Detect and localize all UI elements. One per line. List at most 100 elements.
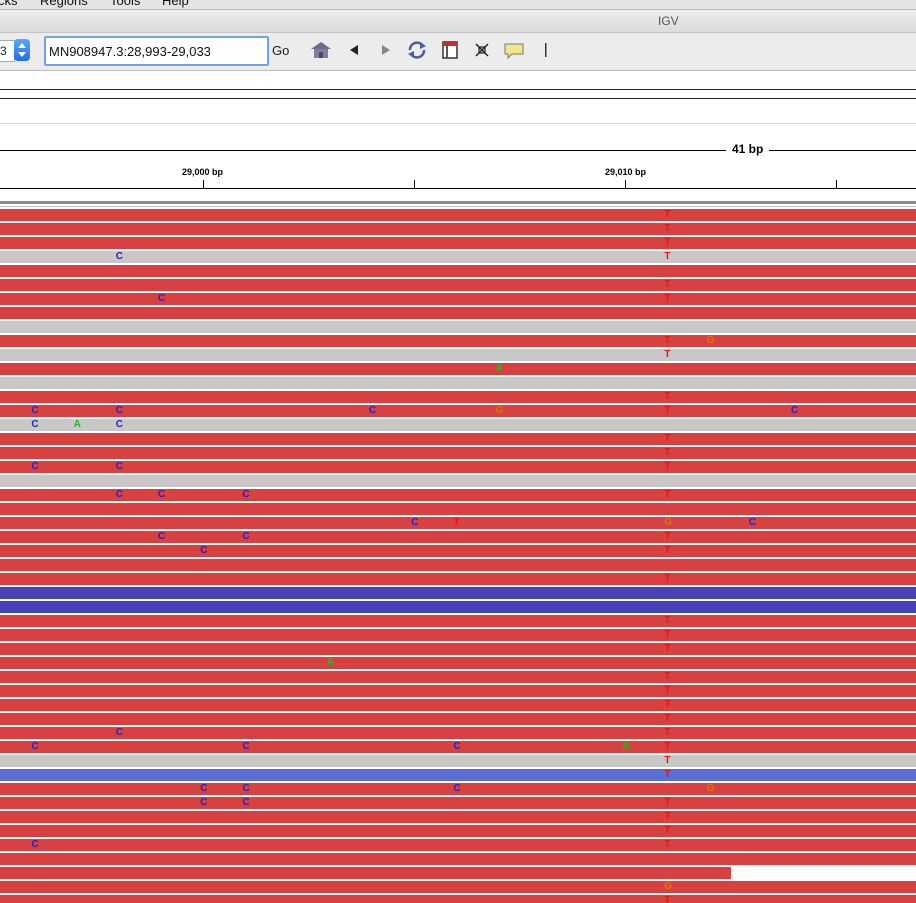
home-icon[interactable] [310, 39, 332, 61]
mismatch-base: C [31, 405, 39, 416]
feature-track-area [0, 71, 916, 125]
read-row[interactable]: T [0, 643, 916, 655]
mismatch-base: T [664, 839, 671, 850]
mismatch-base: C [115, 405, 124, 416]
refresh-icon[interactable] [406, 39, 428, 61]
read-row[interactable]: T [0, 825, 916, 837]
read-row[interactable]: CCT [0, 461, 916, 473]
resize-icon[interactable] [471, 39, 493, 61]
read-row[interactable]: T [0, 349, 916, 361]
popup-text-icon[interactable] [503, 39, 525, 61]
read-row[interactable] [0, 853, 916, 865]
read-row[interactable]: T [0, 237, 916, 249]
read-row[interactable]: T [0, 447, 916, 459]
read-row[interactable]: T [0, 391, 916, 403]
read-row[interactable]: CCT [0, 531, 916, 543]
menu-regions[interactable]: Regions [40, 0, 88, 8]
read-row[interactable]: T [0, 713, 916, 725]
mismatch-base: C [31, 839, 39, 850]
read-row[interactable]: A [0, 363, 916, 375]
read-row[interactable]: T [0, 685, 916, 697]
read-row[interactable] [0, 475, 916, 487]
read-row[interactable]: T [0, 755, 916, 767]
menu-tracks[interactable]: cks [0, 0, 18, 8]
read-row[interactable]: CT [0, 293, 916, 305]
ruler-tick-label: 29,010 bp [605, 167, 647, 177]
read-row[interactable]: CCT [0, 797, 916, 809]
read-row[interactable]: T [0, 223, 916, 235]
read-row[interactable]: T [0, 769, 916, 781]
read-row[interactable]: CCCGTC [0, 405, 916, 417]
read-row[interactable] [0, 587, 916, 599]
genome-dropdown[interactable]: 3 [0, 40, 15, 62]
read-row[interactable] [0, 867, 731, 879]
mismatch-base: C [115, 419, 124, 430]
mismatch-base: C [453, 741, 461, 752]
read-row[interactable] [0, 601, 916, 613]
mismatch-base: C [31, 741, 39, 752]
alignment-track[interactable]: TTTCTTCTTGTATCCCGTCCACTTCCTCCCTCTGCCCTCT… [0, 209, 916, 903]
go-button[interactable]: Go [272, 43, 289, 58]
read-row[interactable]: T [0, 433, 916, 445]
panel-separator[interactable] [0, 201, 916, 204]
menu-tools[interactable]: Tools [110, 0, 140, 8]
roi-icon[interactable] [439, 39, 461, 61]
mismatch-base: G [664, 517, 673, 528]
genome-stepper[interactable] [14, 39, 30, 61]
read-row[interactable]: CCCG [0, 783, 916, 795]
read-row[interactable]: CT [0, 251, 916, 263]
read-row[interactable] [0, 321, 916, 333]
read-row[interactable] [0, 265, 916, 277]
read-row[interactable]: T [0, 209, 916, 221]
read-row[interactable]: T [0, 629, 916, 641]
read-row[interactable]: T [0, 279, 916, 291]
read-row[interactable]: CT [0, 727, 916, 739]
read-row[interactable]: T [0, 615, 916, 627]
read-row[interactable]: TG [0, 335, 916, 347]
back-arrow-icon[interactable] [343, 39, 365, 61]
mismatch-base: T [664, 727, 671, 738]
mismatch-base: T [664, 209, 671, 220]
mismatch-base: T [664, 741, 671, 752]
read-row[interactable]: T [0, 699, 916, 711]
read-row[interactable]: CCCT [0, 489, 916, 501]
mismatch-base: T [664, 335, 671, 346]
mismatch-base: A [73, 419, 81, 430]
read-row[interactable] [0, 503, 916, 515]
ruler-span-line [0, 150, 916, 151]
read-row[interactable]: T [0, 895, 916, 903]
read-row[interactable]: CTGC [0, 517, 916, 529]
read-row[interactable]: T [0, 671, 916, 683]
read-row[interactable]: T [0, 573, 916, 585]
mismatch-base: C [242, 741, 250, 752]
read-row[interactable]: G [0, 881, 916, 893]
mismatch-base: C [115, 251, 124, 262]
mismatch-base: T [664, 279, 671, 290]
read-row[interactable]: CCCAT [0, 741, 916, 753]
mismatch-base: A [326, 657, 335, 668]
mismatch-base: T [664, 237, 671, 248]
forward-arrow-icon[interactable] [374, 39, 396, 61]
read-row[interactable] [0, 307, 916, 319]
read-row[interactable]: A [0, 657, 916, 669]
genome-dropdown-value: 3 [0, 44, 7, 58]
window-title: IGV [658, 14, 679, 28]
read-row[interactable] [0, 377, 916, 389]
read-row[interactable]: CT [0, 545, 916, 557]
mismatch-base: T [664, 461, 671, 472]
mismatch-base: C [242, 797, 250, 808]
locus-input[interactable] [44, 36, 269, 66]
menu-help[interactable]: Help [162, 0, 189, 8]
read-row[interactable]: CT [0, 839, 916, 851]
read-row[interactable] [0, 559, 916, 571]
mismatch-base: C [411, 517, 419, 528]
mismatch-base: T [664, 895, 671, 903]
mismatch-base: C [158, 293, 166, 304]
read-row[interactable]: T [0, 811, 916, 823]
mismatch-base: C [242, 783, 250, 794]
mismatch-base: T [664, 349, 671, 360]
ruler-tick-label: 29,000 bp [182, 167, 224, 177]
mismatch-base: G [706, 335, 715, 346]
panel-separator-line [0, 206, 916, 207]
read-row[interactable]: CAC [0, 419, 916, 431]
